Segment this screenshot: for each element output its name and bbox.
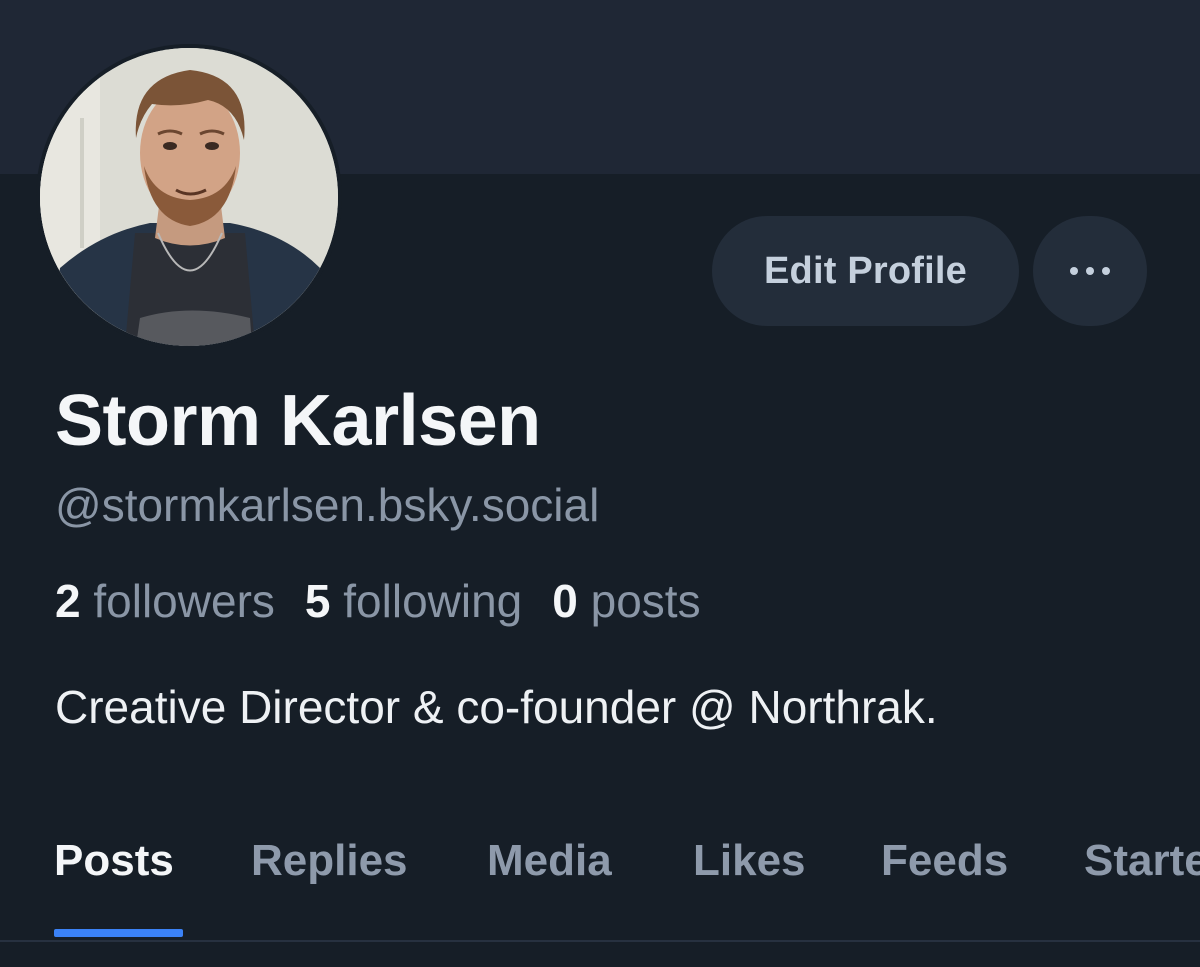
posts-stat: 0 posts — [552, 574, 700, 628]
tab-media[interactable]: Media — [487, 836, 612, 886]
edit-profile-label: Edit Profile — [764, 249, 967, 292]
posts-count: 0 — [552, 575, 578, 627]
tab-starter-packs[interactable]: Starter Packs — [1084, 836, 1200, 886]
active-tab-indicator — [54, 929, 183, 937]
following-label: following — [343, 575, 523, 627]
profile-tabs: Posts Replies Media Likes Feeds Starter … — [0, 830, 1200, 942]
avatar[interactable] — [36, 44, 342, 350]
profile-bio: Creative Director & co-founder @ Northra… — [55, 681, 938, 733]
profile-stats: 2 followers 5 following 0 posts — [55, 574, 701, 628]
following-stat[interactable]: 5 following — [305, 574, 522, 628]
more-options-button[interactable] — [1033, 216, 1147, 326]
display-name: Storm Karlsen — [55, 381, 541, 461]
tab-feeds[interactable]: Feeds — [881, 836, 1008, 886]
more-dots-icon — [1086, 267, 1094, 275]
followers-stat[interactable]: 2 followers — [55, 574, 275, 628]
more-dots-icon — [1070, 267, 1078, 275]
tab-posts[interactable]: Posts — [54, 836, 174, 886]
edit-profile-button[interactable]: Edit Profile — [712, 216, 1019, 326]
following-count: 5 — [304, 575, 331, 627]
posts-label: posts — [590, 575, 701, 627]
more-dots-icon — [1102, 267, 1110, 275]
tab-likes[interactable]: Likes — [693, 836, 806, 886]
tab-replies[interactable]: Replies — [251, 836, 408, 886]
followers-label: followers — [93, 575, 275, 627]
profile-handle: @stormkarlsen.bsky.social — [55, 479, 600, 531]
followers-count: 2 — [55, 575, 81, 627]
avatar-photo — [40, 48, 338, 346]
